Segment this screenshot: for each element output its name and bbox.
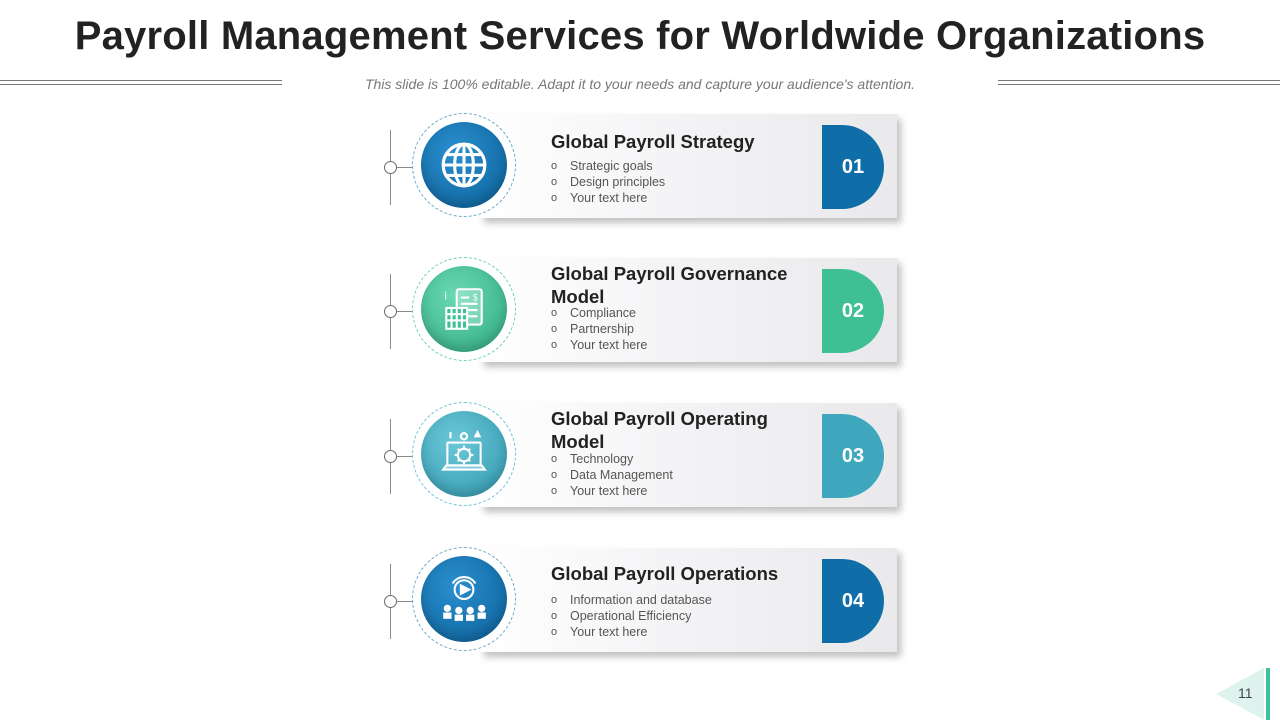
svg-text:$: $ [472, 293, 478, 304]
bullet-marker: o [551, 626, 558, 638]
bullet-item: o Design principles [551, 175, 666, 189]
item-title: Global Payroll Operating Model [551, 408, 768, 452]
operations-people-icon [443, 576, 486, 621]
icon-circle: $ i [412, 257, 516, 361]
bullet-item: o Technology [551, 452, 634, 466]
bullet-marker: o [551, 307, 558, 319]
item-bullets: o Strategic goals o Design principles o You… [551, 158, 665, 206]
item-bullets: o Technology o Data Management o Your text … [551, 451, 673, 499]
item-bullets: o Compliance o Partnership o Your text here [551, 305, 647, 353]
bullet-item: o Partnership [551, 322, 634, 336]
bullet-item: o Information and database [551, 593, 712, 607]
icon-disc [421, 556, 507, 642]
list-item: Global Payroll Strategy o Strategic goals… [380, 110, 910, 220]
slide-title: Payroll Management Services for Worldwid… [74, 14, 1206, 58]
page-number-tab: 11 [1216, 668, 1272, 720]
bullet-marker: o [551, 176, 558, 188]
list-item: Global Payroll Operations o Information a… [380, 544, 910, 654]
icon-circle [412, 113, 516, 217]
bullet-item: o Strategic goals [551, 159, 653, 173]
connector-dot [384, 305, 397, 318]
bullet-marker: o [551, 453, 558, 465]
icon-disc [421, 122, 507, 208]
icon-disc: $ i [421, 266, 507, 352]
list-item: $ i Global Payroll Governance Model o Com… [380, 254, 910, 364]
bullet-item: o Your text here [551, 191, 648, 205]
svg-text:i: i [444, 291, 447, 303]
bullet-marker: o [551, 610, 558, 622]
item-title: Global Payroll Operations [551, 563, 779, 584]
page-number-accent [1266, 668, 1270, 720]
icon-disc [421, 411, 507, 497]
item-title: Global Payroll Strategy [551, 131, 755, 152]
bullet-item: o Compliance [551, 306, 637, 320]
bullet-marker: o [551, 594, 558, 606]
bullet-item: o Your text here [551, 338, 648, 352]
bullet-item: o Your text here [551, 625, 648, 639]
bullet-marker: o [551, 469, 558, 481]
laptop-gear-icon [441, 429, 487, 471]
icon-circle [412, 402, 516, 506]
bullet-marker: o [551, 192, 558, 204]
bullet-marker: o [551, 485, 558, 497]
item-bullets: o Information and database o Operational E… [551, 592, 712, 640]
bullet-marker: o [551, 160, 558, 172]
bullet-item: o Data Management [551, 468, 673, 482]
connector-dot [384, 161, 397, 174]
bullet-item: o Your text here [551, 484, 648, 498]
item-title: Global Payroll Governance Model [551, 263, 788, 307]
icon-circle [412, 547, 516, 651]
connector-dot [384, 450, 397, 463]
page-number: 11 [1238, 685, 1253, 701]
bullet-marker: o [551, 339, 558, 351]
payroll-document-icon: $ i [444, 288, 483, 330]
list-item: Global Payroll Operating Model o Technolo… [380, 399, 910, 509]
bullet-item: o Operational Efficiency [551, 609, 692, 623]
globe-icon [441, 142, 487, 188]
slide-subtitle: This slide is 100% editable. Adapt it to… [364, 76, 916, 92]
bullet-marker: o [551, 323, 558, 335]
connector-dot [384, 595, 397, 608]
